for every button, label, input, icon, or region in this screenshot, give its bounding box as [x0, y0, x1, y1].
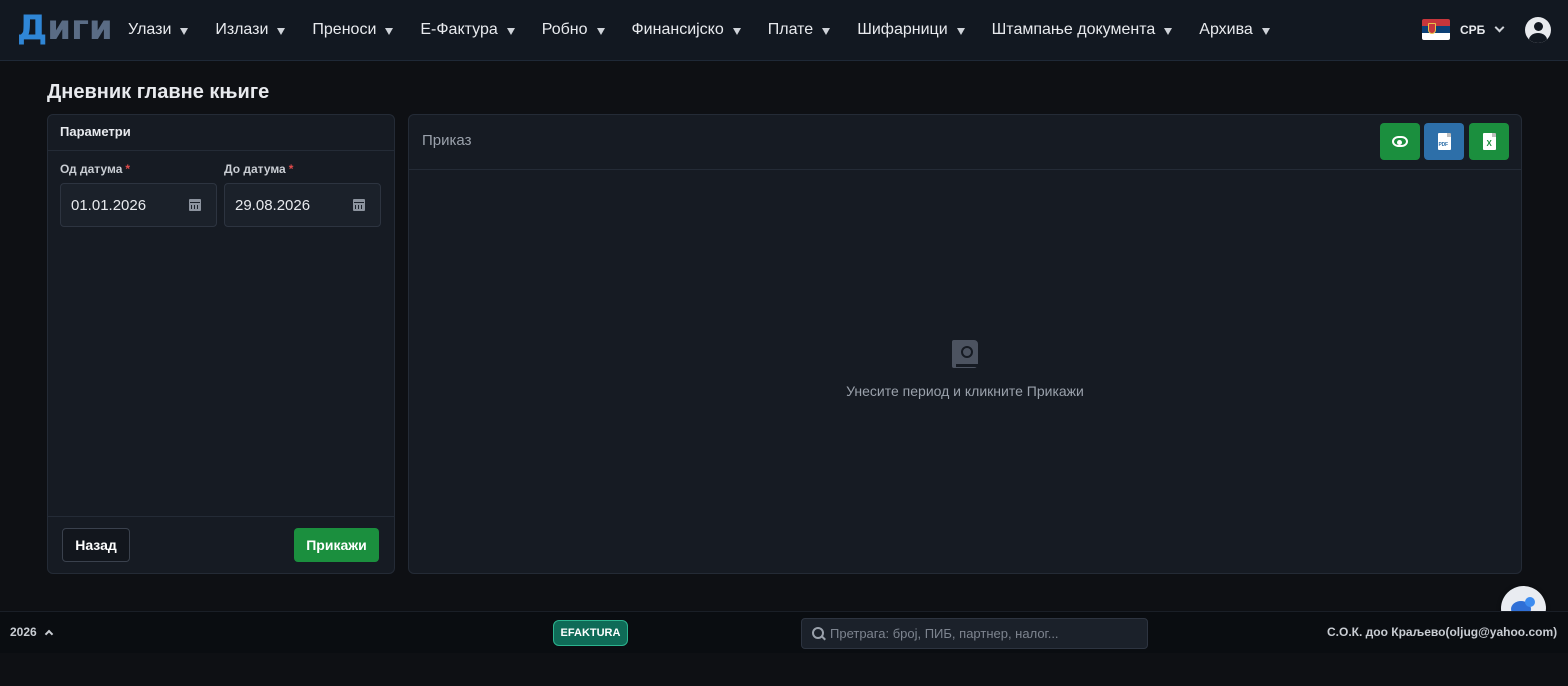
- caret-down-icon: [1261, 27, 1270, 35]
- to-date-input[interactable]: 29.08.2026: [224, 183, 381, 227]
- user-circle-icon[interactable]: [1525, 17, 1551, 43]
- search-input[interactable]: [830, 626, 1130, 641]
- status-bar: 2026 EFAKTURA С.О.К. доо Краљево(oljug@y…: [0, 611, 1568, 653]
- pdf-file-icon: PDF: [1437, 133, 1451, 150]
- menu-label: Плате: [767, 21, 814, 38]
- parameters-panel: Параметри Од датума * 01.01.2026 До датум…: [47, 114, 395, 574]
- menu-label: Архива: [1199, 21, 1253, 38]
- display-title: Приказ: [422, 132, 472, 149]
- menu-label: Е-Фактура: [420, 21, 498, 38]
- display-panel: Приказ PDF X Унесите период и кликните П…: [408, 114, 1522, 574]
- chevron-down-icon: [1494, 22, 1505, 33]
- year-selector[interactable]: 2026: [10, 625, 53, 639]
- parameters-header: Параметри: [48, 115, 394, 151]
- empty-state-message: Унесите период и кликните Прикажи: [846, 383, 1084, 399]
- to-date-value: 29.08.2026: [235, 196, 311, 214]
- global-search[interactable]: [801, 618, 1148, 649]
- menu-label: Преноси: [312, 21, 377, 38]
- export-pdf-button[interactable]: PDF: [1424, 123, 1464, 160]
- search-icon: [812, 626, 826, 641]
- top-navbar: Диги Улази Излази Преноси Е-Фактура Робн…: [0, 0, 1568, 61]
- required-marker: *: [288, 162, 294, 176]
- eye-icon: [1392, 136, 1408, 147]
- year-value: 2026: [10, 625, 37, 639]
- caret-down-icon: [385, 27, 394, 35]
- from-date-value: 01.01.2026: [71, 196, 147, 214]
- language-label: СРБ: [1460, 22, 1486, 37]
- caret-down-icon: [596, 27, 605, 35]
- menu-efaktura[interactable]: Е-Фактура: [420, 21, 515, 39]
- brand-logo[interactable]: Диги: [17, 8, 113, 48]
- calendar-icon[interactable]: [353, 199, 365, 211]
- menu-izlazi[interactable]: Излази: [215, 21, 286, 39]
- required-marker: *: [125, 162, 131, 176]
- parameters-footer: Назад Прикажи: [48, 516, 394, 573]
- chevron-up-icon: [44, 629, 53, 639]
- menu-ulazi[interactable]: Улази: [128, 21, 189, 39]
- show-button[interactable]: Прикажи: [294, 528, 379, 562]
- caret-down-icon: [822, 27, 831, 35]
- menu-label: Финансијско: [631, 21, 724, 38]
- menu-label: Робно: [541, 21, 588, 38]
- export-excel-button[interactable]: X: [1469, 123, 1509, 160]
- from-date-input[interactable]: 01.01.2026: [60, 183, 217, 227]
- from-date-label: Од датума *: [60, 162, 130, 176]
- main-menu: Улази Излази Преноси Е-Фактура Робно Фин…: [128, 0, 1297, 60]
- caret-down-icon: [180, 27, 189, 35]
- menu-sifarnici[interactable]: Шифарници: [857, 21, 965, 39]
- menu-finansijsko[interactable]: Финансијско: [632, 21, 741, 39]
- efaktura-badge[interactable]: EFAKTURA: [553, 620, 628, 646]
- menu-label: Улази: [128, 21, 172, 38]
- menu-arhiva[interactable]: Архива: [1199, 21, 1270, 39]
- caret-down-icon: [1164, 27, 1173, 35]
- menu-prenosi[interactable]: Преноси: [312, 21, 394, 39]
- excel-file-icon: X: [1482, 133, 1496, 150]
- back-button[interactable]: Назад: [62, 528, 130, 562]
- display-header: Приказ PDF X: [409, 115, 1521, 170]
- to-date-label-text: До датума: [224, 162, 286, 176]
- menu-label: Излази: [215, 21, 269, 38]
- caret-down-icon: [277, 27, 286, 35]
- page-title: Дневник главне књиге: [47, 81, 270, 103]
- caret-down-icon: [506, 27, 515, 35]
- menu-plate[interactable]: Плате: [767, 21, 831, 39]
- menu-label: Штампање документа: [991, 21, 1156, 38]
- language-selector[interactable]: СРБ: [1422, 19, 1505, 40]
- caret-down-icon: [956, 27, 965, 35]
- brand-logo-rest: иги: [47, 8, 113, 48]
- menu-label: Шифарници: [857, 21, 948, 38]
- preview-button[interactable]: [1380, 123, 1420, 160]
- excel-glyph: X: [1486, 139, 1492, 148]
- from-date-label-text: Од датума: [60, 162, 123, 176]
- company-info: С.О.К. доо Краљево(oljug@yahoo.com): [1327, 625, 1558, 639]
- caret-down-icon: [732, 27, 741, 35]
- serbia-flag-icon: [1422, 19, 1450, 40]
- brand-logo-initial: Д: [17, 8, 48, 48]
- to-date-label: До датума *: [224, 162, 293, 176]
- pdf-glyph: PDF: [1438, 142, 1449, 148]
- menu-stampanje[interactable]: Штампање документа: [992, 21, 1173, 39]
- journal-book-icon: [952, 340, 978, 368]
- menu-robno[interactable]: Робно: [542, 21, 605, 39]
- calendar-icon[interactable]: [189, 199, 201, 211]
